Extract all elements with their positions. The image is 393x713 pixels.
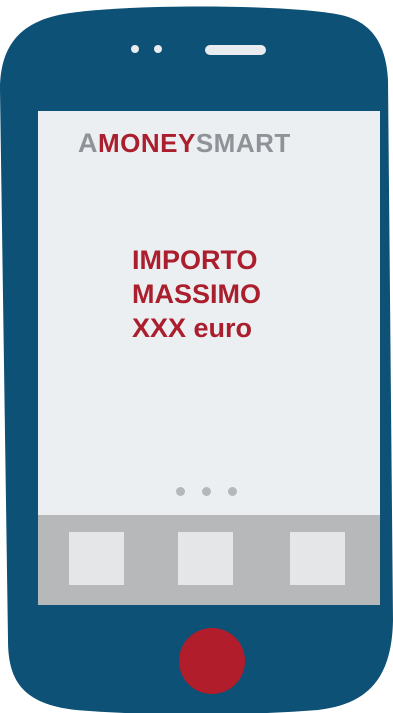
page-dot[interactable] — [176, 487, 185, 496]
logo-money-text: MONEY — [98, 128, 196, 158]
phone-screen: AMONEYSMART IMPORTO MASSIMO XXX euro — [38, 111, 380, 605]
page-dot[interactable] — [228, 487, 237, 496]
page-dot[interactable] — [202, 487, 211, 496]
dock-app-icon[interactable] — [290, 532, 345, 585]
sensor-dot — [154, 45, 162, 53]
dock-app-icon[interactable] — [178, 532, 233, 585]
home-button[interactable] — [179, 628, 245, 694]
page-indicator — [176, 487, 246, 497]
dock-app-icon[interactable] — [69, 532, 124, 585]
phone-mockup: AMONEYSMART IMPORTO MASSIMO XXX euro — [0, 0, 393, 713]
camera-dot — [131, 45, 139, 53]
logo-smart-text: SMART — [195, 128, 291, 158]
headline-line-3: XXX euro — [132, 313, 253, 343]
logo-mark-icon: A — [78, 128, 98, 158]
headline-line-2: MASSIMO — [132, 279, 262, 309]
camera-dots — [131, 44, 167, 54]
speaker-grille — [205, 45, 266, 55]
headline: IMPORTO MASSIMO XXX euro — [132, 243, 261, 345]
app-dock — [38, 515, 380, 605]
moneysmart-logo: AMONEYSMART — [78, 127, 291, 159]
headline-line-1: IMPORTO — [132, 245, 258, 275]
